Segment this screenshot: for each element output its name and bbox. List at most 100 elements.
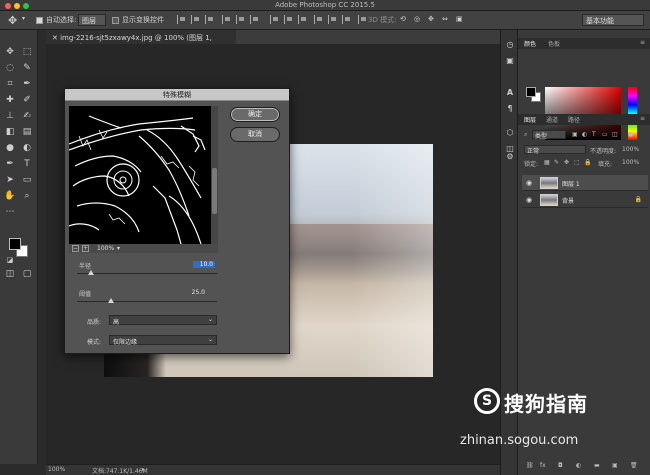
- gradient-tool-icon[interactable]: ▤: [20, 126, 34, 139]
- mode-select[interactable]: 仅限边缘 ⌄: [109, 335, 217, 346]
- type-tool-icon[interactable]: T: [20, 158, 34, 171]
- quality-select[interactable]: 高 ⌄: [109, 315, 217, 326]
- filter-toggle-icon[interactable]: ●: [628, 131, 633, 138]
- path-select-tool-icon[interactable]: ➤: [3, 174, 17, 187]
- show-transform-checkbox[interactable]: [112, 17, 119, 24]
- filter-preview[interactable]: [69, 106, 211, 244]
- new-group-icon[interactable]: ▬: [594, 462, 600, 469]
- preview-scrollbar[interactable]: [211, 106, 218, 244]
- new-layer-icon[interactable]: ▣: [612, 462, 618, 469]
- marquee-tool-icon[interactable]: ⬚: [20, 46, 34, 59]
- opacity-value[interactable]: 100%: [622, 146, 639, 153]
- radius-slider[interactable]: [77, 273, 217, 274]
- zoom-in-button[interactable]: +: [82, 245, 89, 252]
- tab-color[interactable]: 颜色: [524, 39, 536, 48]
- panel-menu-icon[interactable]: ≡: [640, 39, 645, 46]
- align-vcenter-icon[interactable]: [191, 15, 200, 24]
- tab-paths[interactable]: 路径: [568, 115, 580, 124]
- lock-all-icon[interactable]: 🔒: [584, 159, 591, 166]
- filter-pixel-icon[interactable]: ▣: [572, 131, 578, 138]
- cancel-button[interactable]: 取消: [230, 127, 280, 142]
- zoom-out-button[interactable]: −: [72, 245, 79, 252]
- zoom-level[interactable]: 100%: [48, 466, 65, 473]
- tool-preset-chevron-icon[interactable]: ▾: [22, 15, 25, 22]
- lock-transparent-icon[interactable]: ▦: [544, 159, 550, 166]
- history-brush-tool-icon[interactable]: ✍: [20, 110, 34, 123]
- character-panel-icon[interactable]: A: [505, 88, 515, 98]
- lasso-tool-icon[interactable]: ◌: [3, 62, 17, 75]
- eyedropper-tool-icon[interactable]: ✒: [20, 78, 34, 91]
- screen-mode-icon[interactable]: ▢: [20, 268, 34, 281]
- align-top-icon[interactable]: [177, 15, 186, 24]
- adjustments-panel-icon[interactable]: ⚙: [505, 152, 515, 162]
- distribute-hcenter-icon[interactable]: [328, 15, 337, 24]
- hand-tool-icon[interactable]: ✋: [3, 190, 17, 203]
- distribute-bottom-icon[interactable]: [298, 15, 307, 24]
- filter-shape-icon[interactable]: ▭: [602, 131, 608, 138]
- layer-kind-filter[interactable]: 类型: [532, 130, 566, 140]
- brush-tool-icon[interactable]: ✐: [20, 94, 34, 107]
- 3d-pan-icon[interactable]: ✥: [428, 15, 434, 23]
- move-tool-icon[interactable]: ✥: [8, 14, 17, 27]
- preview-scroll-thumb[interactable]: [212, 168, 217, 214]
- tab-channels[interactable]: 通道: [546, 115, 558, 124]
- lock-artboard-icon[interactable]: ⬚: [574, 159, 580, 166]
- align-hcenter-icon[interactable]: [236, 15, 245, 24]
- crop-tool-icon[interactable]: ⌗: [3, 78, 17, 91]
- pen-tool-icon[interactable]: ✒: [3, 158, 17, 171]
- eraser-tool-icon[interactable]: ◧: [3, 126, 17, 139]
- filter-type-icon[interactable]: T: [592, 131, 596, 138]
- move-tool-icon[interactable]: ✥: [3, 46, 17, 59]
- color-panel-foreground-swatch[interactable]: [526, 87, 536, 97]
- zoom-chevron-icon[interactable]: ▾: [117, 245, 120, 252]
- tab-layers[interactable]: 图层: [524, 115, 536, 124]
- clone-stamp-tool-icon[interactable]: ⊥: [3, 110, 17, 123]
- panel-menu-icon[interactable]: ≡: [640, 115, 645, 122]
- distribute-right-icon[interactable]: [342, 15, 351, 24]
- workspace-dropdown[interactable]: 基本功能: [582, 14, 644, 26]
- filter-smart-object-icon[interactable]: ◫: [612, 131, 618, 138]
- 3d-scale-icon[interactable]: ▣: [456, 15, 463, 23]
- rectangle-tool-icon[interactable]: ▭: [20, 174, 34, 187]
- healing-brush-tool-icon[interactable]: ✚: [3, 94, 17, 107]
- radius-input[interactable]: 10.0: [193, 261, 215, 268]
- 3d-panel-icon[interactable]: ⬡: [505, 128, 515, 138]
- quick-select-tool-icon[interactable]: ✎: [20, 62, 34, 75]
- layer-row[interactable]: ◉ 图层 1: [522, 175, 648, 191]
- tab-swatches[interactable]: 色板: [548, 39, 560, 48]
- radius-slider-knob[interactable]: [88, 270, 94, 275]
- blur-tool-icon[interactable]: ●: [3, 142, 17, 155]
- layer-style-icon[interactable]: fx: [540, 462, 546, 469]
- quick-mask-icon[interactable]: ◫: [3, 268, 17, 281]
- foreground-color-swatch[interactable]: [9, 238, 21, 250]
- 3d-roll-icon[interactable]: ◎: [414, 15, 420, 23]
- delete-layer-icon[interactable]: 🗑: [630, 462, 638, 469]
- more-tools-icon[interactable]: ⋯: [3, 206, 17, 219]
- zoom-tool-icon[interactable]: ⌕: [20, 190, 34, 203]
- document-size[interactable]: 文档:747.1K/1.46M: [92, 466, 148, 475]
- auto-select-dropdown[interactable]: 图层: [78, 14, 106, 26]
- 3d-slide-icon[interactable]: ⇔: [442, 15, 448, 23]
- filter-adjustment-icon[interactable]: ◐: [582, 131, 587, 138]
- add-mask-icon[interactable]: ◘: [558, 462, 563, 469]
- fill-value[interactable]: 100%: [622, 159, 639, 166]
- lock-position-icon[interactable]: ✥: [564, 159, 569, 166]
- auto-select-checkbox[interactable]: [36, 17, 43, 24]
- auto-align-icon[interactable]: [358, 15, 367, 24]
- threshold-input[interactable]: 25.0: [183, 289, 205, 296]
- default-colors-icon[interactable]: ◪: [3, 254, 17, 267]
- status-arrow-icon[interactable]: ▸: [142, 466, 145, 473]
- close-tab-icon[interactable]: ✕: [52, 34, 60, 42]
- distribute-left-icon[interactable]: [314, 15, 323, 24]
- visibility-eye-icon[interactable]: ◉: [526, 179, 532, 187]
- threshold-slider-knob[interactable]: [108, 298, 114, 303]
- link-layers-icon[interactable]: ⛓: [526, 462, 534, 469]
- threshold-slider[interactable]: [77, 301, 217, 302]
- document-tab[interactable]: ✕ img-2216-sjt5zxawy4x.jpg @ 100% (图层 1,…: [46, 30, 236, 51]
- dodge-tool-icon[interactable]: ◐: [20, 142, 34, 155]
- ok-button[interactable]: 确定: [230, 107, 280, 122]
- 3d-rotate-icon[interactable]: ⟲: [400, 15, 406, 23]
- lock-pixels-icon[interactable]: ✎: [554, 159, 559, 166]
- align-bottom-icon[interactable]: [205, 15, 214, 24]
- layer-row[interactable]: ◉ 背景 🔒: [522, 192, 648, 208]
